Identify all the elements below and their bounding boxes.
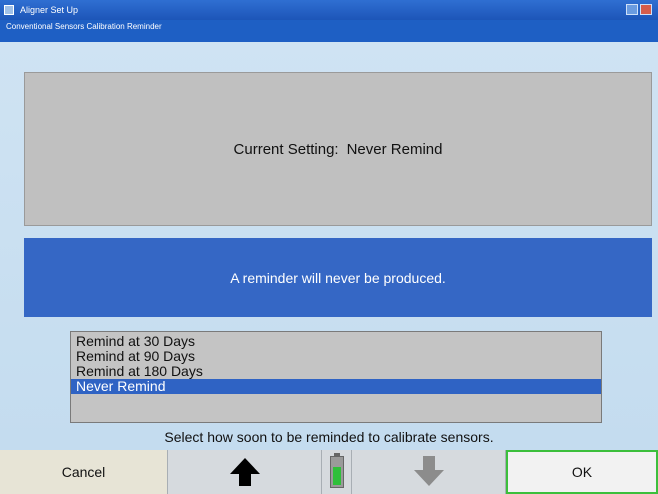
- button-bar: Cancel OK: [0, 450, 658, 494]
- window-controls: [626, 4, 652, 15]
- close-icon[interactable]: [640, 4, 652, 15]
- ok-button[interactable]: OK: [506, 450, 658, 494]
- cancel-label: Cancel: [61, 464, 106, 480]
- window-subtitle: Conventional Sensors Calibration Reminde…: [0, 20, 658, 42]
- current-setting-value: Never Remind: [346, 140, 443, 158]
- main-content: Current Setting: Never Remind A reminder…: [0, 42, 658, 450]
- list-item-remind-30[interactable]: Remind at 30 Days: [71, 334, 601, 349]
- battery-status: [322, 450, 352, 494]
- arrow-down-icon: [413, 456, 444, 486]
- window-title: Aligner Set Up: [20, 5, 79, 15]
- arrow-up-icon: [229, 458, 260, 486]
- reminder-options-list[interactable]: Remind at 30 Days Remind at 90 Days Remi…: [70, 331, 602, 423]
- ok-label: OK: [571, 464, 593, 480]
- move-down-button[interactable]: [352, 450, 506, 494]
- move-up-button[interactable]: [168, 450, 322, 494]
- list-item-remind-90[interactable]: Remind at 90 Days: [71, 349, 601, 364]
- list-item-remind-180[interactable]: Remind at 180 Days: [71, 364, 601, 379]
- instruction-text: Select how soon to be reminded to calibr…: [164, 429, 494, 445]
- minimize-icon[interactable]: [626, 4, 638, 15]
- battery-icon: [329, 453, 344, 488]
- cancel-button[interactable]: Cancel: [0, 450, 168, 494]
- current-setting-label: Current Setting:: [233, 140, 339, 158]
- list-item-never-remind[interactable]: Never Remind: [71, 379, 601, 394]
- window-titlebar: Aligner Set Up: [0, 0, 658, 20]
- app-icon: [4, 5, 14, 15]
- current-setting-panel: Current Setting: Never Remind: [24, 72, 652, 226]
- info-panel: A reminder will never be produced.: [24, 238, 652, 317]
- info-message: A reminder will never be produced.: [230, 269, 446, 286]
